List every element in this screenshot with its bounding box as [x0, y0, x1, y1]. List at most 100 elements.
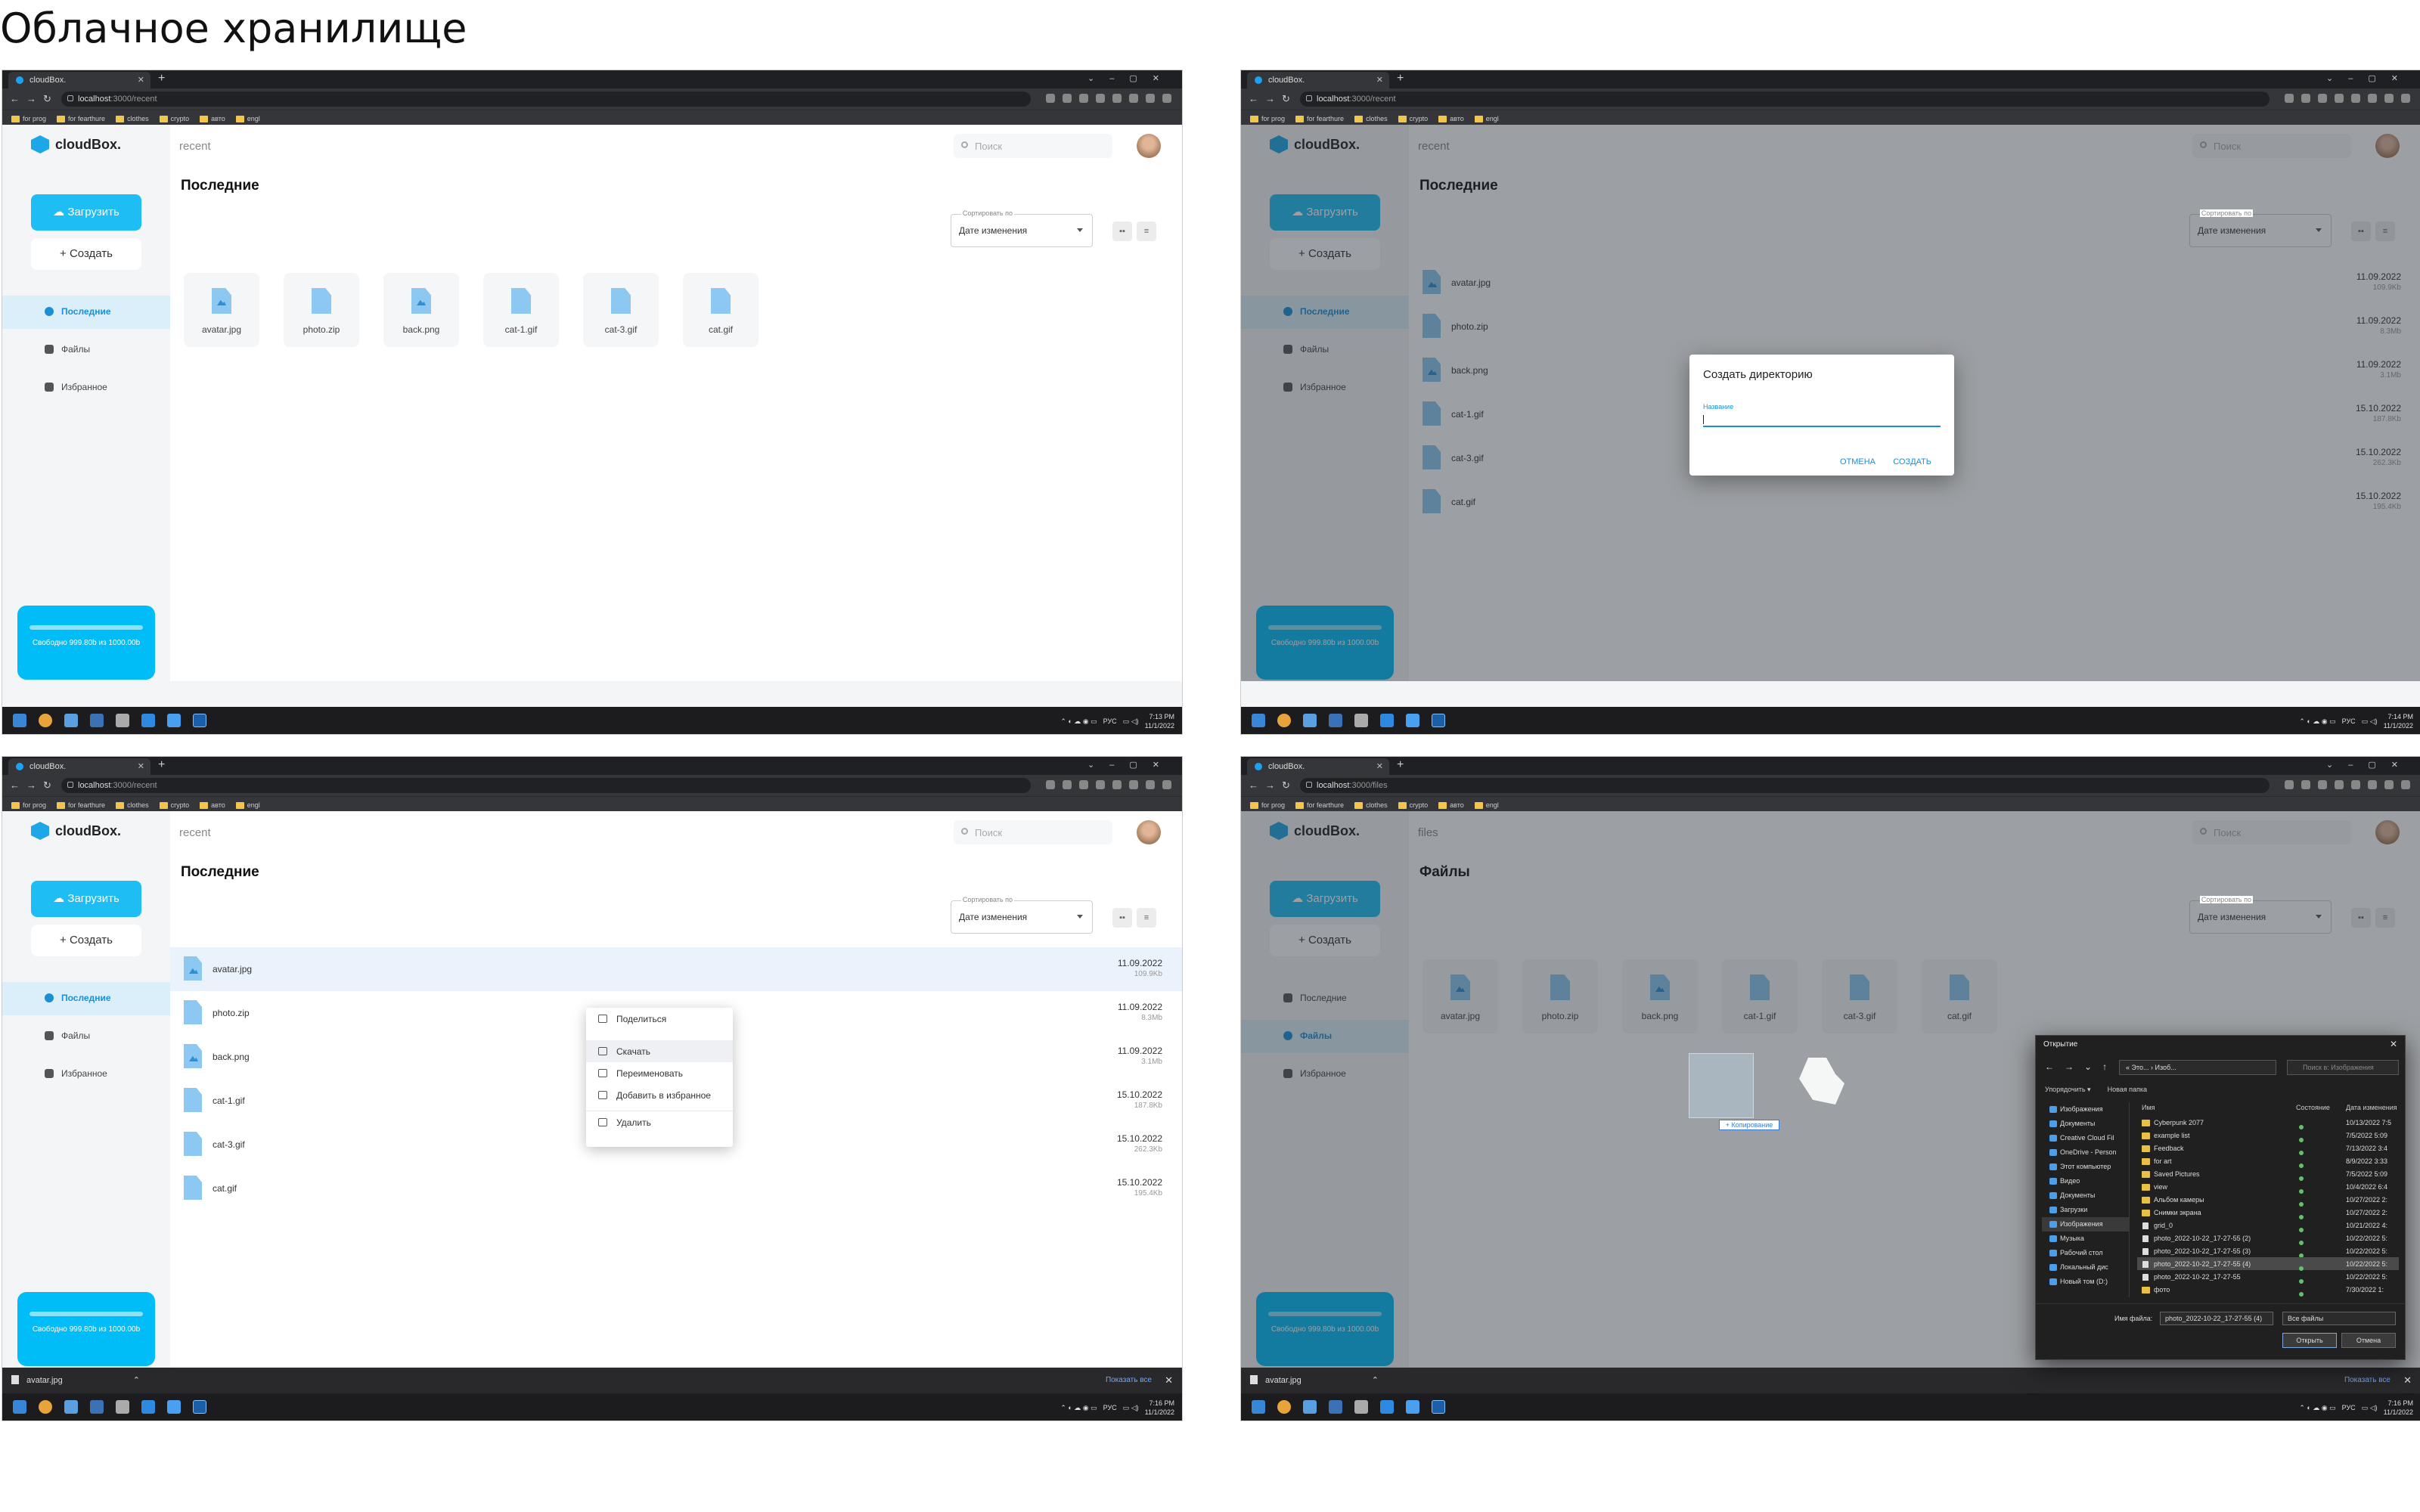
- profile-icon[interactable]: [2384, 780, 2394, 789]
- open-button[interactable]: Открыть: [2282, 1333, 2337, 1348]
- star-icon[interactable]: [1063, 780, 1072, 789]
- close-icon[interactable]: ✕: [2390, 1039, 2397, 1049]
- file-card[interactable]: back.png: [383, 273, 459, 347]
- chrome-icon[interactable]: [39, 1400, 52, 1414]
- kebab-menu-icon[interactable]: [1162, 780, 1171, 789]
- start-icon[interactable]: [1252, 714, 1265, 727]
- kebab-menu-icon[interactable]: [1162, 94, 1171, 103]
- url-field[interactable]: localhost:3000/recent: [1300, 91, 2270, 107]
- sidebar-item-files[interactable]: Файлы: [2, 333, 170, 367]
- explorer-row[interactable]: photo_2022-10-22_17-27-55 (2) 10/22/2022 …: [2137, 1232, 2399, 1245]
- bookmark-item[interactable]: crypto: [159, 799, 189, 811]
- fox-icon[interactable]: [2335, 94, 2344, 103]
- file-card[interactable]: photo.zip: [284, 273, 359, 347]
- toolbar-button[interactable]: Упорядочить ▾: [2045, 1086, 2091, 1094]
- puzzle-icon[interactable]: [1112, 94, 1122, 103]
- puzzle-icon[interactable]: [2351, 780, 2360, 789]
- bookmark-item[interactable]: engl: [1474, 113, 1499, 125]
- bookmark-item[interactable]: for fearthure: [1295, 113, 1344, 125]
- back-icon[interactable]: ←: [10, 779, 20, 791]
- chevron-up-icon[interactable]: ⌃: [1370, 1376, 1379, 1385]
- settings-icon[interactable]: [90, 1400, 104, 1414]
- name-field[interactable]: [1703, 412, 1941, 427]
- bookmark-item[interactable]: авто: [1438, 799, 1464, 811]
- grid-view-button[interactable]: ▪▪: [1112, 222, 1132, 241]
- explorer-search[interactable]: Поиск в: Изображения: [2287, 1060, 2399, 1075]
- logo[interactable]: cloudBox.: [31, 822, 121, 840]
- nav-pane-item[interactable]: OneDrive - Person: [2042, 1145, 2129, 1160]
- nav-pane-item[interactable]: Creative Cloud Fil: [2042, 1131, 2129, 1145]
- explorer-row[interactable]: Saved Pictures 7/5/2022 5:09: [2137, 1167, 2399, 1181]
- column-header[interactable]: Состояние: [2296, 1104, 2346, 1116]
- puzzle-icon[interactable]: [1112, 780, 1122, 789]
- explorer-icon[interactable]: [1303, 1400, 1317, 1414]
- kebab-menu-icon[interactable]: [2401, 780, 2410, 789]
- new-tab-icon[interactable]: +: [1397, 72, 1404, 85]
- download-file-name[interactable]: avatar.jpg: [1265, 1376, 1302, 1385]
- bookmark-item[interactable]: авто: [200, 799, 225, 811]
- path-bar[interactable]: « Это... › Изоб...: [2119, 1060, 2276, 1075]
- sidebar-item-recent[interactable]: Последние: [2, 982, 170, 1015]
- bookmark-item[interactable]: for fearthure: [57, 799, 105, 811]
- explorer-row[interactable]: for art 8/9/2022 3:33: [2137, 1154, 2399, 1168]
- explorer-row[interactable]: фото 7/30/2022 1:: [2137, 1283, 2399, 1297]
- settings-icon[interactable]: [90, 714, 104, 727]
- tray-icons[interactable]: ⌃ ◐ ☁ ◉ ▭: [2299, 717, 2335, 726]
- puzzle-icon[interactable]: [2351, 94, 2360, 103]
- fox-icon[interactable]: [1096, 94, 1105, 103]
- upload-button[interactable]: ☁ Загрузить: [31, 194, 141, 231]
- start-icon[interactable]: [13, 1400, 26, 1414]
- sort-select[interactable]: Дате изменения: [951, 900, 1093, 934]
- bookmark-item[interactable]: clothes: [1354, 799, 1388, 811]
- explorer-row[interactable]: photo_2022-10-22_17-27-55 (4) 10/22/2022 …: [2137, 1257, 2399, 1271]
- bookmark-item[interactable]: авто: [200, 113, 225, 125]
- back-icon[interactable]: ←: [2045, 1061, 2054, 1080]
- nav-pane-item[interactable]: Локальный дис: [2042, 1260, 2129, 1275]
- explorer-row[interactable]: Альбом камеры 10/27/2022 2:: [2137, 1193, 2399, 1207]
- photoshop-icon[interactable]: [193, 1400, 206, 1414]
- upload-button[interactable]: ☁ Загрузить: [31, 881, 141, 917]
- menu-item-share[interactable]: Поделиться: [586, 1008, 733, 1030]
- window-controls[interactable]: ⌄–▢✕: [1087, 760, 1174, 770]
- sidebar-icon[interactable]: [2368, 94, 2377, 103]
- notion-icon[interactable]: [116, 1400, 129, 1414]
- tab-close-icon[interactable]: ✕: [1376, 761, 1383, 771]
- close-icon[interactable]: ✕: [2403, 1374, 2412, 1387]
- filetype-select[interactable]: Все файлы: [2282, 1312, 2396, 1325]
- start-icon[interactable]: [13, 714, 26, 727]
- browser-tab[interactable]: cloudBox. ✕: [8, 758, 150, 775]
- nav-pane-item[interactable]: Документы: [2042, 1117, 2129, 1131]
- vscode-icon[interactable]: [1380, 714, 1394, 727]
- settings-icon[interactable]: [1329, 714, 1342, 727]
- chevron-up-icon[interactable]: ⌃: [131, 1376, 140, 1385]
- explorer-row[interactable]: Снимки экрана 10/27/2022 2:: [2137, 1206, 2399, 1219]
- explorer-row[interactable]: view 10/4/2022 6:4: [2137, 1180, 2399, 1194]
- bookmark-item[interactable]: авто: [1438, 113, 1464, 125]
- nav-pane-item[interactable]: Этот компьютер: [2042, 1160, 2129, 1174]
- volume-icon[interactable]: ▭ ◁): [1123, 717, 1139, 726]
- language-indicator[interactable]: РУС: [1103, 1404, 1117, 1411]
- up-icon[interactable]: ↑: [2102, 1061, 2107, 1080]
- search-input[interactable]: Поиск: [954, 134, 1112, 158]
- share-icon[interactable]: [2285, 780, 2294, 789]
- extension-icon[interactable]: [1079, 780, 1088, 789]
- show-all-link[interactable]: Показать все: [1106, 1376, 1152, 1384]
- photoshop-icon[interactable]: [1432, 714, 1445, 727]
- nav-pane-item[interactable]: Видео: [2042, 1174, 2129, 1188]
- column-header[interactable]: Дата изменения: [2346, 1104, 2397, 1116]
- volume-icon[interactable]: ▭ ◁): [1123, 1404, 1139, 1412]
- back-icon[interactable]: ←: [10, 93, 20, 104]
- sidebar-icon[interactable]: [1129, 780, 1138, 789]
- cancel-button[interactable]: Отмена: [2341, 1333, 2396, 1348]
- browser-tab[interactable]: cloudBox. ✕: [1247, 758, 1389, 775]
- list-view-button[interactable]: ≡: [1137, 908, 1156, 928]
- nav-pane-item[interactable]: Новый том (D:): [2042, 1275, 2129, 1289]
- new-tab-icon[interactable]: +: [1397, 758, 1404, 772]
- vscode-icon[interactable]: [141, 714, 155, 727]
- create-button[interactable]: + Создать: [31, 925, 141, 956]
- forward-icon[interactable]: →: [26, 779, 36, 791]
- nav-pane-item[interactable]: Загрузки: [2042, 1203, 2129, 1217]
- extension-icon[interactable]: [2318, 94, 2327, 103]
- chrome-icon[interactable]: [1277, 1400, 1291, 1414]
- menu-item-favorite[interactable]: Добавить в избранное: [586, 1084, 733, 1106]
